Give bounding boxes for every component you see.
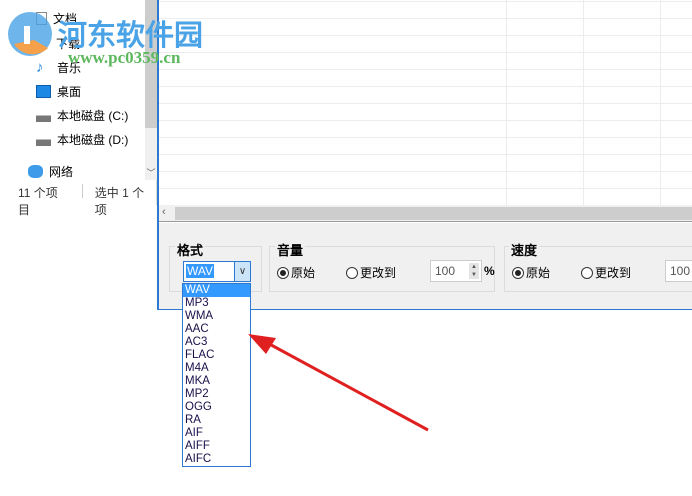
annotation-arrow [248, 334, 429, 432]
